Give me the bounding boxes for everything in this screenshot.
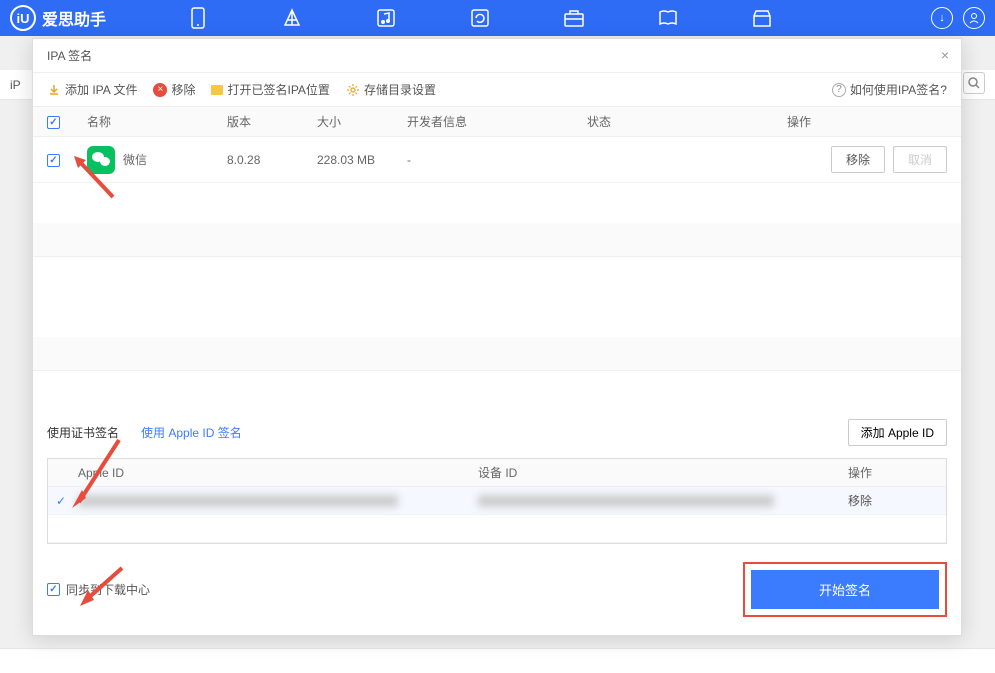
open-signed-button[interactable]: 打开已签名IPA位置 [211, 81, 329, 98]
row-checkbox[interactable] [47, 154, 60, 167]
developer-cell: - [407, 153, 587, 167]
sync-label: 同步到下载中心 [66, 581, 150, 598]
header-id-operation: 操作 [848, 464, 946, 481]
add-apple-id-button[interactable]: 添加 Apple ID [848, 419, 947, 446]
app-header: iU 爱思助手 ↓ [0, 0, 995, 36]
apple-id-row-empty [48, 515, 946, 543]
dialog-toolbar: 添加 IPA 文件 × 移除 打开已签名IPA位置 存储目录设置 ? 如何使用I… [33, 73, 961, 107]
dialog-title: IPA 签名 [47, 47, 92, 64]
check-icon: ✓ [48, 494, 78, 508]
size-cell: 228.03 MB [317, 153, 407, 167]
close-icon[interactable]: × [941, 47, 949, 63]
device-icon[interactable] [186, 6, 210, 30]
header-operation: 操作 [787, 113, 947, 130]
store-icon[interactable] [750, 6, 774, 30]
search-icon[interactable] [963, 72, 985, 94]
user-icon[interactable] [963, 7, 985, 29]
device-id-value [478, 495, 774, 507]
select-all-checkbox[interactable] [47, 116, 60, 129]
logo-icon: iU [10, 5, 36, 31]
wechat-icon [87, 146, 115, 174]
start-sign-highlight: 开始签名 [743, 562, 947, 617]
empty-area [33, 183, 961, 405]
row-cancel-button[interactable]: 取消 [893, 146, 947, 173]
dialog-titlebar: IPA 签名 × [33, 39, 961, 73]
app-logo: iU 爱思助手 [10, 5, 106, 31]
folder-icon [211, 85, 223, 95]
add-ipa-label: 添加 IPA 文件 [65, 81, 137, 98]
id-table-header: Apple ID 设备 ID 操作 [48, 459, 946, 487]
header-status: 状态 [587, 113, 787, 130]
download-icon[interactable]: ↓ [931, 7, 953, 29]
sign-section: 使用证书签名 使用 Apple ID 签名 添加 Apple ID Apple … [33, 405, 961, 544]
storage-settings-label: 存储目录设置 [364, 81, 436, 98]
help-label: 如何使用IPA签名? [850, 81, 947, 98]
music-icon[interactable] [374, 6, 398, 30]
add-ipa-button[interactable]: 添加 IPA 文件 [47, 81, 137, 98]
gear-icon [346, 83, 360, 97]
ipa-table-row[interactable]: 微信 8.0.28 228.03 MB - 移除 取消 [33, 137, 961, 183]
bg-label: iP [10, 78, 21, 92]
remove-label: 移除 [171, 81, 195, 98]
ipa-sign-dialog: IPA 签名 × 添加 IPA 文件 × 移除 打开已签名IPA位置 存储目录设… [32, 38, 962, 636]
download-add-icon [47, 83, 61, 97]
refresh-icon[interactable] [468, 6, 492, 30]
appstore-icon[interactable] [280, 6, 304, 30]
version-cell: 8.0.28 [227, 153, 317, 167]
books-icon[interactable] [656, 6, 680, 30]
ipa-table-header: 名称 版本 大小 开发者信息 状态 操作 [33, 107, 961, 137]
tab-appleid-sign[interactable]: 使用 Apple ID 签名 [141, 424, 242, 441]
header-version: 版本 [227, 113, 317, 130]
header-developer: 开发者信息 [407, 113, 587, 130]
app-name: 爱思助手 [42, 6, 106, 30]
tab-cert-sign[interactable]: 使用证书签名 [47, 424, 119, 441]
header-apple-id: Apple ID [78, 466, 478, 480]
header-right: ↓ [931, 7, 985, 29]
header-name: 名称 [87, 113, 227, 130]
app-name-cell: 微信 [123, 151, 147, 168]
id-remove-link[interactable]: 移除 [848, 494, 872, 508]
help-icon: ? [832, 83, 846, 97]
sign-tabs: 使用证书签名 使用 Apple ID 签名 添加 Apple ID [47, 419, 947, 446]
remove-icon: × [153, 83, 167, 97]
apple-id-value [78, 495, 398, 507]
sync-checkbox-row[interactable]: 同步到下载中心 [47, 581, 150, 598]
apple-id-table: Apple ID 设备 ID 操作 ✓ 移除 [47, 458, 947, 544]
apple-id-row[interactable]: ✓ 移除 [48, 487, 946, 515]
row-remove-button[interactable]: 移除 [831, 146, 885, 173]
header-size: 大小 [317, 113, 407, 130]
sync-checkbox[interactable] [47, 583, 60, 596]
dialog-footer: 同步到下载中心 开始签名 [33, 544, 961, 635]
background-footer [0, 648, 995, 673]
header-device-id: 设备 ID [478, 464, 848, 481]
open-signed-label: 打开已签名IPA位置 [227, 81, 329, 98]
toolbox-icon[interactable] [562, 6, 586, 30]
storage-settings-button[interactable]: 存储目录设置 [346, 81, 436, 98]
remove-button[interactable]: × 移除 [153, 81, 195, 98]
nav-icons [186, 6, 774, 30]
start-sign-button[interactable]: 开始签名 [751, 570, 939, 609]
help-link[interactable]: ? 如何使用IPA签名? [832, 81, 947, 98]
